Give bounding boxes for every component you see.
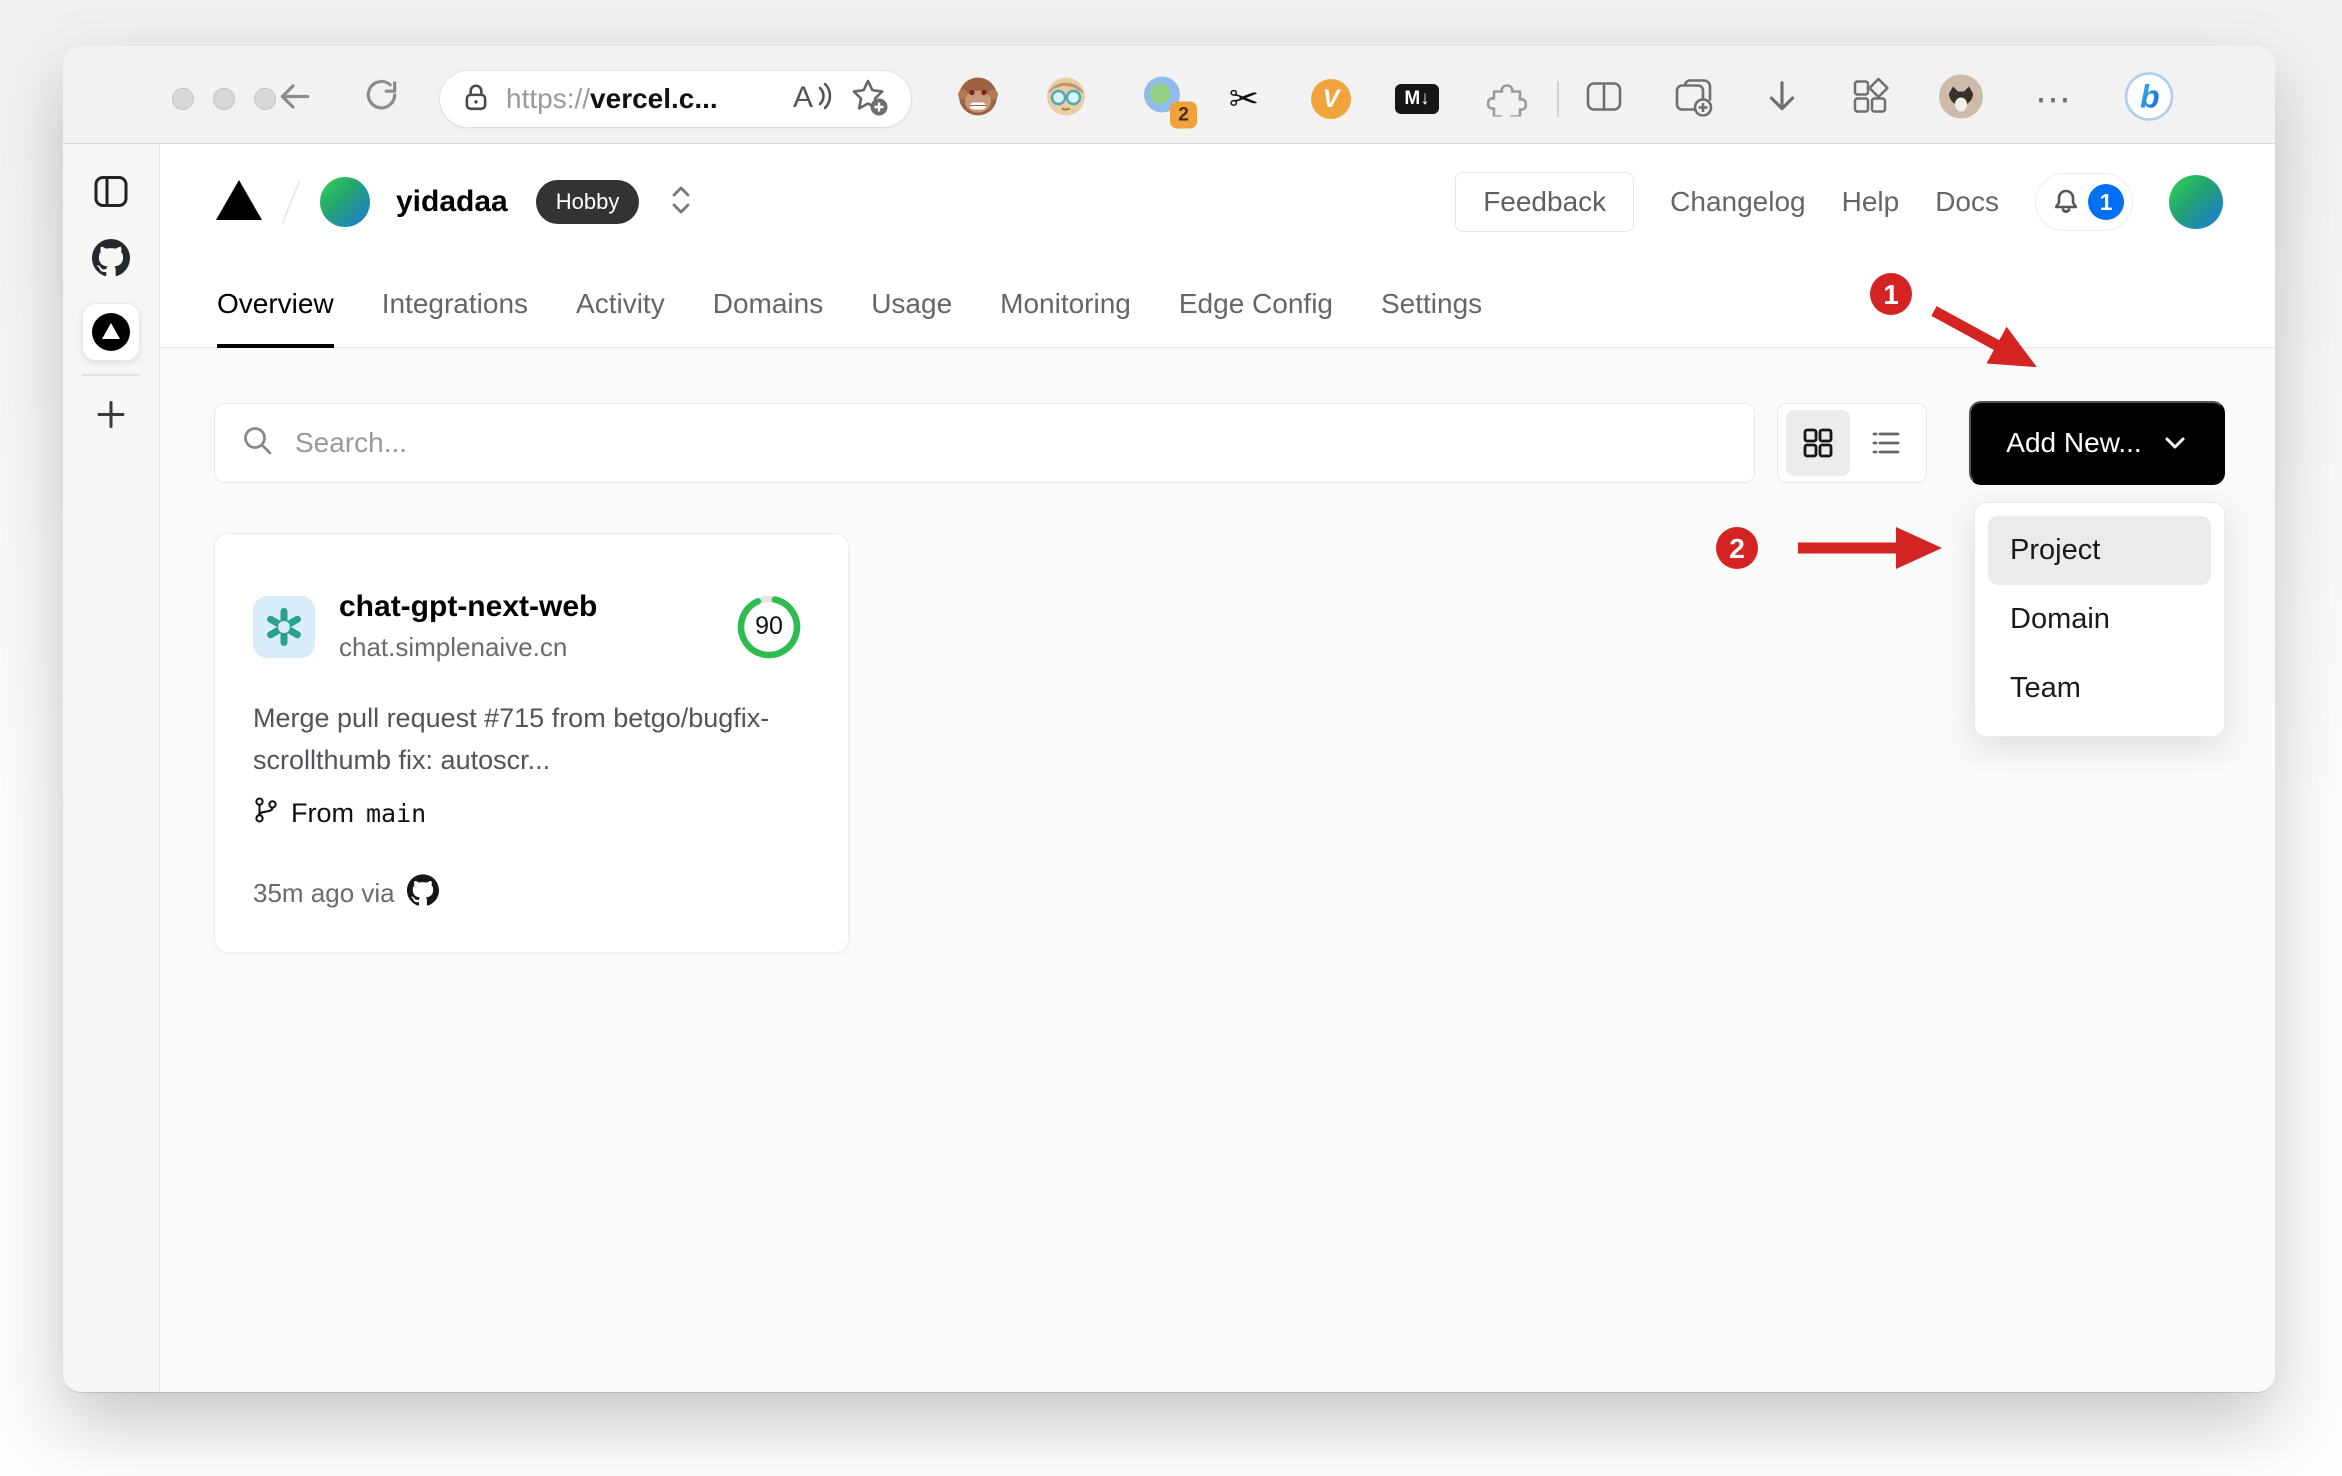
svg-text:A: A — [793, 81, 813, 114]
notifications-button[interactable]: 1 — [2035, 173, 2133, 231]
read-aloud-icon[interactable]: A — [791, 79, 833, 120]
team-name[interactable]: yidadaa — [396, 185, 508, 219]
commit-message: Merge pull request #715 from betgo/bugfi… — [253, 703, 770, 775]
circle-extension-icon[interactable]: 2 — [1141, 75, 1197, 129]
search-input[interactable] — [295, 427, 1728, 459]
extensions-puzzle-icon[interactable] — [1486, 77, 1528, 124]
new-tab-icon[interactable] — [95, 399, 127, 436]
team-avatar[interactable] — [320, 177, 370, 227]
project-card[interactable]: chat-gpt-next-web chat.simplenaive.cn 90… — [214, 533, 849, 953]
profile-avatar[interactable] — [1938, 74, 1984, 125]
project-title[interactable]: chat-gpt-next-web — [339, 590, 597, 624]
extension-badge: 2 — [1170, 101, 1197, 129]
download-icon[interactable] — [1763, 78, 1801, 121]
sidebar-toggle-icon[interactable] — [93, 175, 129, 214]
toolbar-divider — [1557, 81, 1559, 117]
favorites-add-icon[interactable] — [849, 77, 889, 122]
collections-icon[interactable] — [1673, 77, 1715, 122]
search-box[interactable] — [214, 403, 1755, 483]
notification-count-badge: 1 — [2088, 184, 2124, 220]
browser-sidebar — [63, 144, 160, 1392]
github-tab-icon[interactable] — [92, 238, 130, 282]
window-minimize-button[interactable] — [213, 88, 235, 110]
dropdown-item-project[interactable]: Project — [1988, 516, 2211, 585]
view-toggle — [1777, 403, 1927, 483]
dropdown-item-domain[interactable]: Domain — [1988, 585, 2211, 654]
vercel-header: yidadaa Hobby Feedback Changelog Help Do… — [160, 144, 2275, 260]
dropdown-item-team[interactable]: Team — [1988, 654, 2211, 723]
url-scheme: https:// — [506, 83, 591, 114]
dashboard-main: Add New... — [160, 348, 2275, 1392]
sidebar-divider — [82, 374, 140, 376]
v-extension-icon[interactable]: V — [1311, 79, 1351, 119]
bing-chat-icon[interactable]: b — [2124, 72, 2174, 127]
vercel-nav-tabs: Overview Integrations Activity Domains U… — [160, 260, 2275, 348]
vercel-logo-icon[interactable] — [216, 179, 262, 225]
tab-edge-config[interactable]: Edge Config — [1179, 288, 1333, 348]
list-view-button[interactable] — [1854, 410, 1918, 476]
docs-link[interactable]: Docs — [1935, 186, 1999, 218]
window-zoom-button[interactable] — [254, 88, 276, 110]
git-branch-icon — [253, 795, 279, 832]
vercel-tab-active[interactable] — [82, 303, 140, 361]
more-menu-icon[interactable]: ⋯ — [2035, 78, 2073, 120]
feedback-button[interactable]: Feedback — [1455, 172, 1635, 232]
branch-name: main — [366, 799, 427, 828]
browser-window: https://vercel.c... A 2 ✂ V M↓ ⋯ b yidad… — [63, 46, 2275, 1392]
openai-logo-icon — [253, 595, 315, 658]
tab-usage[interactable]: Usage — [871, 288, 952, 348]
add-new-label: Add New... — [2006, 427, 2142, 458]
back-icon[interactable] — [275, 78, 313, 121]
plan-badge: Hobby — [535, 180, 640, 224]
scissors-extension-icon[interactable]: ✂ — [1229, 81, 1259, 117]
team-switcher-icon[interactable] — [669, 185, 693, 220]
user-avatar[interactable] — [2169, 175, 2223, 229]
tab-activity[interactable]: Activity — [576, 288, 665, 348]
search-icon — [241, 424, 275, 463]
page-content: yidadaa Hobby Feedback Changelog Help Do… — [160, 144, 2275, 1392]
split-screen-icon[interactable] — [1584, 78, 1624, 121]
reload-icon[interactable] — [363, 78, 401, 121]
help-link[interactable]: Help — [1842, 186, 1900, 218]
apps-grid-icon[interactable] — [1850, 77, 1890, 122]
window-close-button[interactable] — [172, 88, 194, 110]
monkey-extension-icon[interactable] — [957, 76, 999, 123]
markdown-extension-icon[interactable]: M↓ — [1395, 84, 1439, 114]
project-domain[interactable]: chat.simplenaive.cn — [339, 632, 597, 663]
svg-text:b: b — [2140, 79, 2160, 115]
add-new-dropdown: Project Domain Team — [1974, 502, 2225, 737]
chevron-down-icon — [2165, 437, 2185, 449]
breadcrumb-slash — [281, 180, 301, 224]
tab-monitoring[interactable]: Monitoring — [1000, 288, 1131, 348]
url-text[interactable]: https://vercel.c... — [506, 83, 718, 115]
address-bar[interactable]: https://vercel.c... A — [440, 71, 911, 127]
tab-integrations[interactable]: Integrations — [382, 288, 528, 348]
face-extension-icon[interactable] — [1045, 76, 1087, 123]
score-value: 90 — [755, 612, 783, 640]
browser-toolbar: https://vercel.c... A 2 ✂ V M↓ ⋯ b — [63, 46, 2275, 144]
tab-domains[interactable]: Domains — [713, 288, 823, 348]
github-source-icon — [406, 874, 439, 913]
branch-prefix: From — [291, 798, 354, 828]
deploy-time: 35m ago via — [253, 878, 395, 908]
url-host: vercel.c... — [590, 83, 718, 114]
add-new-button[interactable]: Add New... — [1969, 401, 2225, 485]
bell-icon — [2050, 184, 2082, 221]
lock-icon — [462, 82, 490, 117]
grid-view-button[interactable] — [1786, 410, 1850, 476]
changelog-link[interactable]: Changelog — [1670, 186, 1805, 218]
score-gauge: 90 — [736, 594, 802, 660]
tab-overview[interactable]: Overview — [217, 288, 334, 348]
tab-settings[interactable]: Settings — [1381, 288, 1482, 348]
